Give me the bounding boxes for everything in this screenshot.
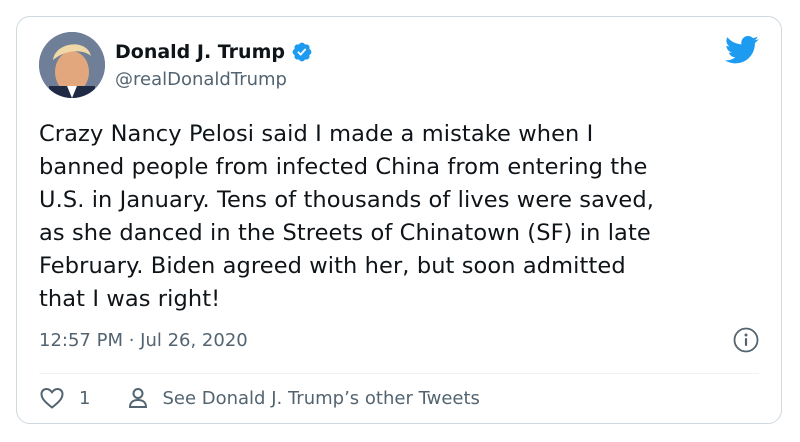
tweet-card: Donald J. Trump @realDonaldTrump Crazy N…: [16, 16, 782, 424]
tweet-timestamp[interactable]: 12:57 PM · Jul 26, 2020: [39, 330, 248, 351]
person-icon[interactable]: [126, 386, 150, 410]
tweet-actions: 1 See Donald J. Trump’s other Tweets: [39, 383, 480, 413]
heart-icon[interactable]: [39, 386, 65, 410]
see-other-tweets-link[interactable]: See Donald J. Trump’s other Tweets: [162, 388, 479, 409]
avatar-image: [39, 32, 105, 98]
verified-badge-icon: [291, 41, 313, 63]
tweet-text: Crazy Nancy Pelosi said I made a mistake…: [39, 121, 655, 312]
author-name-row: Donald J. Trump: [115, 41, 313, 63]
author-handle[interactable]: @realDonaldTrump: [115, 69, 287, 90]
avatar[interactable]: [39, 32, 105, 98]
info-icon[interactable]: [733, 327, 759, 353]
like-count: 1: [79, 387, 91, 409]
divider: [39, 373, 759, 374]
author-name[interactable]: Donald J. Trump: [115, 41, 285, 63]
twitter-bird-icon[interactable]: [725, 35, 759, 65]
